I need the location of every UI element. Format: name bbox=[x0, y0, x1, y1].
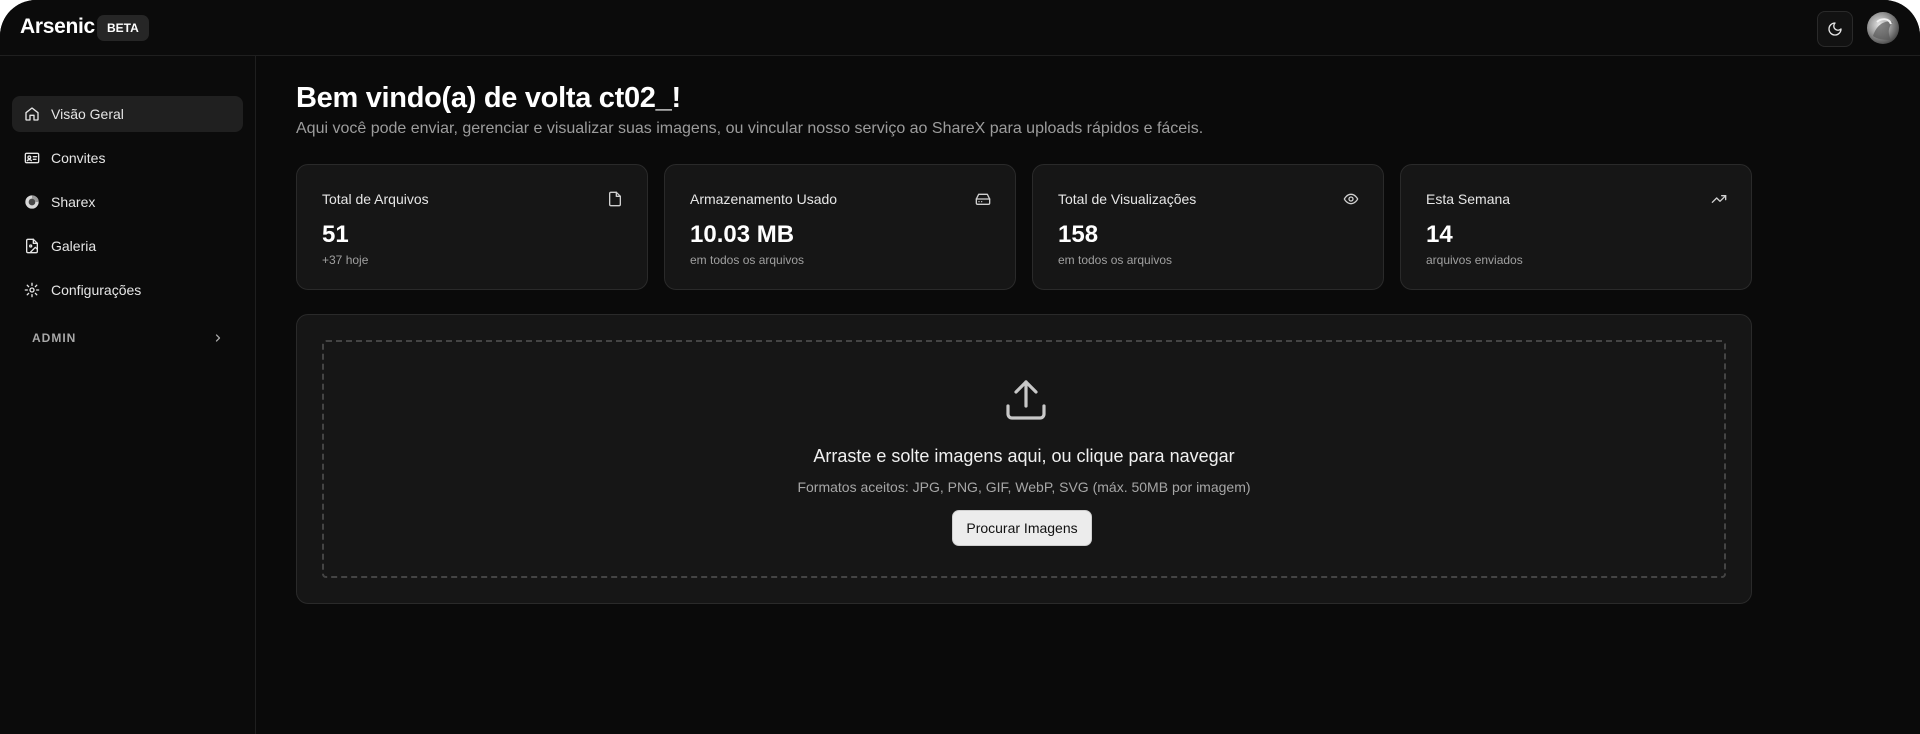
hard-drive-icon bbox=[975, 193, 991, 205]
stat-card-visualizacoes: Total de Visualizações 158 em todos os a… bbox=[1032, 164, 1384, 290]
sharex-icon bbox=[24, 194, 40, 210]
page-subtitle: Aqui você pode enviar, gerenciar e visua… bbox=[296, 120, 1204, 137]
user-avatar[interactable] bbox=[1867, 12, 1899, 44]
sidebar-item-galeria[interactable]: Galeria bbox=[12, 228, 243, 264]
stat-title: Armazenamento Usado bbox=[690, 191, 838, 207]
stat-card-total-arquivos: Total de Arquivos 51 +37 hoje bbox=[296, 164, 648, 290]
sidebar-item-convites[interactable]: Convites bbox=[12, 140, 243, 176]
sidebar-item-label: Visão Geral bbox=[51, 106, 124, 122]
sidebar: Visão Geral Convites Sharex Galeria Conf… bbox=[0, 56, 256, 734]
top-bar: Arsenic BETA bbox=[0, 0, 1920, 56]
stat-value: 10.03 MB bbox=[690, 221, 795, 248]
sidebar-item-label: Sharex bbox=[51, 194, 96, 210]
upload-icon bbox=[1006, 380, 1046, 420]
moon-icon bbox=[1828, 22, 1842, 36]
stat-value: 14 bbox=[1426, 221, 1453, 248]
page-title: Bem vindo(a) de volta ct02_! bbox=[296, 82, 681, 114]
gear-icon bbox=[24, 282, 40, 298]
theme-toggle-button[interactable] bbox=[1817, 11, 1853, 47]
upload-dropzone[interactable]: Arraste e solte imagens aqui, ou clique … bbox=[322, 340, 1726, 578]
sidebar-item-label: Configurações bbox=[51, 282, 142, 298]
stat-note: arquivos enviados bbox=[1426, 253, 1523, 267]
beta-badge: BETA bbox=[97, 15, 149, 41]
brand-logo[interactable]: Arsenic bbox=[20, 15, 95, 39]
sidebar-item-label: Convites bbox=[51, 150, 106, 166]
trending-up-icon bbox=[1711, 195, 1727, 203]
stat-title: Total de Visualizações bbox=[1058, 191, 1197, 207]
app-window: Arsenic BETA Visão Geral Convites Sharex… bbox=[0, 0, 1920, 734]
stat-value: 158 bbox=[1058, 221, 1099, 248]
stat-card-esta-semana: Esta Semana 14 arquivos enviados bbox=[1400, 164, 1752, 290]
home-icon bbox=[24, 106, 40, 122]
upload-panel: Arraste e solte imagens aqui, ou clique … bbox=[296, 314, 1752, 604]
stat-note: em todos os arquivos bbox=[1058, 253, 1173, 267]
admin-label: ADMIN bbox=[32, 331, 77, 345]
stat-note: em todos os arquivos bbox=[690, 253, 805, 267]
avatar-image bbox=[1873, 18, 1893, 40]
file-icon bbox=[609, 191, 621, 207]
chevron-right-icon bbox=[215, 334, 221, 342]
id-card-icon bbox=[24, 150, 40, 166]
sidebar-item-configuracoes[interactable]: Configurações bbox=[12, 272, 243, 308]
stat-card-armazenamento: Armazenamento Usado 10.03 MB em todos os… bbox=[664, 164, 1016, 290]
browse-images-button[interactable]: Procurar Imagens bbox=[952, 510, 1092, 546]
stat-title: Total de Arquivos bbox=[322, 191, 429, 207]
dropzone-formats: Formatos aceitos: JPG, PNG, GIF, WebP, S… bbox=[797, 479, 1251, 495]
stat-value: 51 bbox=[322, 221, 349, 248]
admin-section-toggle[interactable]: ADMIN bbox=[32, 328, 224, 348]
sidebar-item-sharex[interactable]: Sharex bbox=[12, 184, 243, 220]
stat-note: +37 hoje bbox=[322, 253, 369, 267]
eye-icon bbox=[1343, 193, 1359, 205]
sidebar-item-visao-geral[interactable]: Visão Geral bbox=[12, 96, 243, 132]
stat-title: Esta Semana bbox=[1426, 191, 1511, 207]
sidebar-item-label: Galeria bbox=[51, 238, 97, 254]
dropzone-instructions: Arraste e solte imagens aqui, ou clique … bbox=[813, 446, 1235, 466]
image-file-icon bbox=[24, 238, 40, 254]
